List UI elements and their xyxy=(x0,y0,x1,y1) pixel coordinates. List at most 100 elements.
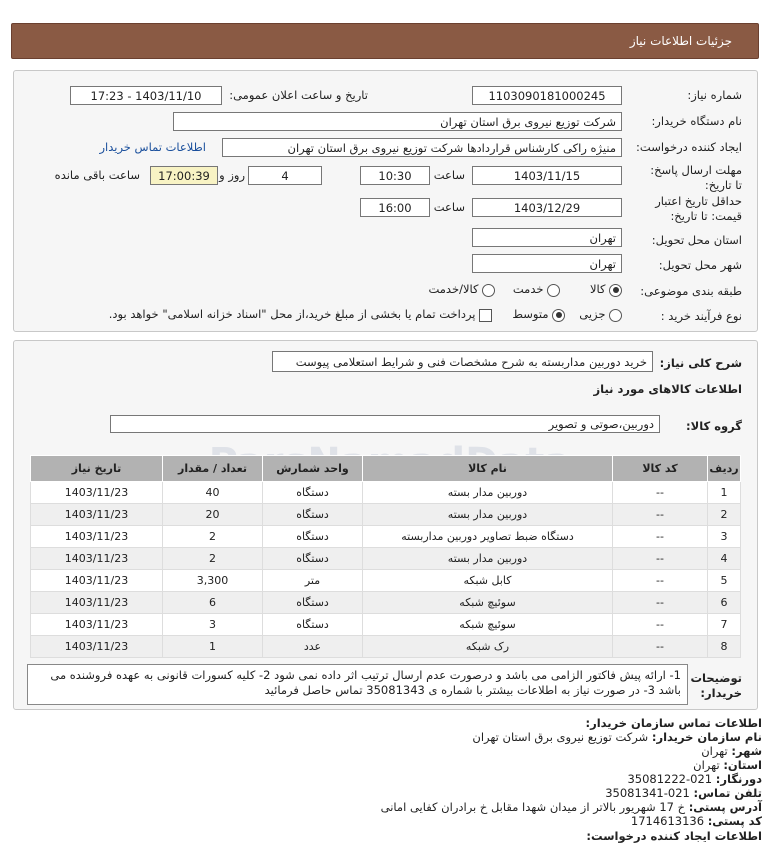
goods-group-label: گروه کالا: xyxy=(686,419,742,433)
days-field: 4 xyxy=(248,166,322,185)
deadline-label: مهلت ارسال پاسخ: تا تاریخ: xyxy=(650,163,742,192)
cell-quantity: 3,300 xyxy=(162,569,263,592)
goods-group-field: دوربین،صوتی و تصویر xyxy=(110,415,660,433)
creator-label: ایجاد کننده درخواست: xyxy=(636,140,742,154)
buyer-field: شرکت توزیع نیروی برق استان تهران xyxy=(173,112,622,131)
buyer-label: نام دستگاه خریدار: xyxy=(651,114,742,128)
cell-quantity: 6 xyxy=(162,591,263,614)
category-option-goods-service[interactable]: کالا/خدمت xyxy=(428,282,495,297)
cell-unit: دستگاه xyxy=(262,613,363,636)
cell-goods-code: -- xyxy=(612,525,708,548)
cell-quantity: 2 xyxy=(162,547,263,570)
category-option-service[interactable]: خدمت xyxy=(513,282,560,297)
contact-section-title: اطلاعات تماس سازمان خریدار: xyxy=(585,716,762,730)
radio-icon[interactable] xyxy=(482,283,495,297)
cell-quantity: 1 xyxy=(162,635,263,658)
validity-time-field: 16:00 xyxy=(360,198,430,217)
cell-need-date: 1403/11/23 xyxy=(30,635,163,658)
deadline-date-field: 1403/11/15 xyxy=(472,166,622,185)
col-goods-name: نام کالا xyxy=(362,455,613,482)
radio-selected-icon[interactable] xyxy=(552,308,565,322)
treasury-payment-option[interactable]: پرداخت تمام یا بخشی از مبلغ خرید،از محل … xyxy=(109,307,492,322)
cell-goods-code: -- xyxy=(612,547,708,570)
contact-buyer-link[interactable]: اطلاعات تماس خریدار xyxy=(99,140,206,154)
contact-address: آدرس پستی: خ 17 شهریور بالاتر از میدان ش… xyxy=(380,800,762,814)
contact-fax: دورنگار: 021-35081222 xyxy=(627,772,762,786)
cell-goods-name: دستگاه ضبط تصاویر دوربین مداربسته xyxy=(362,525,613,548)
cell-unit: دستگاه xyxy=(262,525,363,548)
city-label: شهر محل تحویل: xyxy=(658,258,742,272)
announce-field: 1403/11/10 - 17:23 xyxy=(70,86,222,105)
cell-unit: دستگاه xyxy=(262,481,363,504)
cell-goods-name: کابل شبکه xyxy=(362,569,613,592)
remaining-label: ساعت باقی مانده xyxy=(54,168,140,182)
cell-goods-name: دوربین مدار بسته xyxy=(362,503,613,526)
purchase-option-medium[interactable]: متوسط xyxy=(512,307,565,322)
contact-phone: تلفن تماس: 021-35081341 xyxy=(605,786,762,800)
table-row: 5 -- کابل شبکه متر 3,300 1403/11/23 xyxy=(30,569,741,592)
radio-icon[interactable] xyxy=(547,283,560,297)
cell-goods-code: -- xyxy=(612,591,708,614)
cell-unit: عدد xyxy=(262,635,363,658)
creator-info-title: اطلاعات ایجاد کننده درخواست: xyxy=(586,829,762,843)
goods-table: ردیف کد کالا نام کالا واحد شمارش تعداد /… xyxy=(30,455,741,658)
cell-need-date: 1403/11/23 xyxy=(30,613,163,636)
contact-city: شهر: تهران xyxy=(701,744,762,758)
cell-need-date: 1403/11/23 xyxy=(30,481,163,504)
col-goods-code: کد کالا xyxy=(612,455,708,482)
cell-row-number: 4 xyxy=(707,547,741,570)
cell-goods-name: دوربین مدار بسته xyxy=(362,547,613,570)
cell-row-number: 1 xyxy=(707,481,741,504)
cell-need-date: 1403/11/23 xyxy=(30,591,163,614)
buyer-notes-field: 1- ارائه پیش فاکتور الزامی می باشد و درص… xyxy=(27,664,688,705)
cell-quantity: 40 xyxy=(162,481,263,504)
cell-row-number: 7 xyxy=(707,613,741,636)
need-number-label: شماره نیاز: xyxy=(687,88,742,102)
cell-need-date: 1403/11/23 xyxy=(30,547,163,570)
table-header-row: ردیف کد کالا نام کالا واحد شمارش تعداد /… xyxy=(30,455,741,482)
cell-goods-name: رک شبکه xyxy=(362,635,613,658)
cell-goods-code: -- xyxy=(612,503,708,526)
cell-unit: متر xyxy=(262,569,363,592)
province-field: تهران xyxy=(472,228,622,247)
cell-goods-name: سوئیچ شبکه xyxy=(362,613,613,636)
validity-date-field: 1403/12/29 xyxy=(472,198,622,217)
cell-need-date: 1403/11/23 xyxy=(30,503,163,526)
cell-unit: دستگاه xyxy=(262,547,363,570)
table-row: 2 -- دوربین مدار بسته دستگاه 20 1403/11/23 xyxy=(30,503,741,526)
radio-selected-icon[interactable] xyxy=(609,283,622,297)
cell-quantity: 20 xyxy=(162,503,263,526)
cell-goods-code: -- xyxy=(612,481,708,504)
checkbox-icon[interactable] xyxy=(479,308,492,322)
contact-province: استان: تهران xyxy=(693,758,762,772)
remaining-time-field: 17:00:39 xyxy=(150,166,218,185)
goods-info-title: اطلاعات کالاهای مورد نیاز xyxy=(593,382,742,396)
need-number-field: 1103090181000245 xyxy=(472,86,622,105)
cell-quantity: 2 xyxy=(162,525,263,548)
cell-unit: دستگاه xyxy=(262,503,363,526)
contact-org: نام سازمان خریدار: شرکت توزیع نیروی برق … xyxy=(472,730,762,744)
radio-icon[interactable] xyxy=(609,308,622,322)
col-row-number: ردیف xyxy=(707,455,741,482)
cell-need-date: 1403/11/23 xyxy=(30,569,163,592)
table-row: 8 -- رک شبکه عدد 1 1403/11/23 xyxy=(30,635,741,658)
page-title: جزئیات اطلاعات نیاز xyxy=(629,34,732,48)
deadline-time-field: 10:30 xyxy=(360,166,430,185)
cell-row-number: 3 xyxy=(707,525,741,548)
validity-label: حداقل تاریخ اعتبار قیمت: تا تاریخ: xyxy=(655,194,742,223)
cell-row-number: 2 xyxy=(707,503,741,526)
cell-goods-name: دوربین مدار بسته xyxy=(362,481,613,504)
validity-time-label: ساعت xyxy=(433,200,465,214)
table-row: 1 -- دوربین مدار بسته دستگاه 40 1403/11/23 xyxy=(30,481,741,504)
cell-row-number: 8 xyxy=(707,635,741,658)
col-need-date: تاریخ نیاز xyxy=(30,455,163,482)
cell-row-number: 5 xyxy=(707,569,741,592)
purchase-option-minor[interactable]: جزیی xyxy=(579,307,622,322)
days-label: روز و xyxy=(219,168,245,182)
buyer-notes-label: توضیحات خریدار: xyxy=(690,671,743,700)
category-option-goods[interactable]: کالا xyxy=(590,282,622,297)
need-description-label: شرح کلی نیاز: xyxy=(659,356,742,370)
category-label: طبقه بندی موضوعی: xyxy=(640,284,742,298)
purchase-type-label: نوع فرآیند خرید : xyxy=(660,309,742,323)
page-header: جزئیات اطلاعات نیاز xyxy=(11,23,759,59)
